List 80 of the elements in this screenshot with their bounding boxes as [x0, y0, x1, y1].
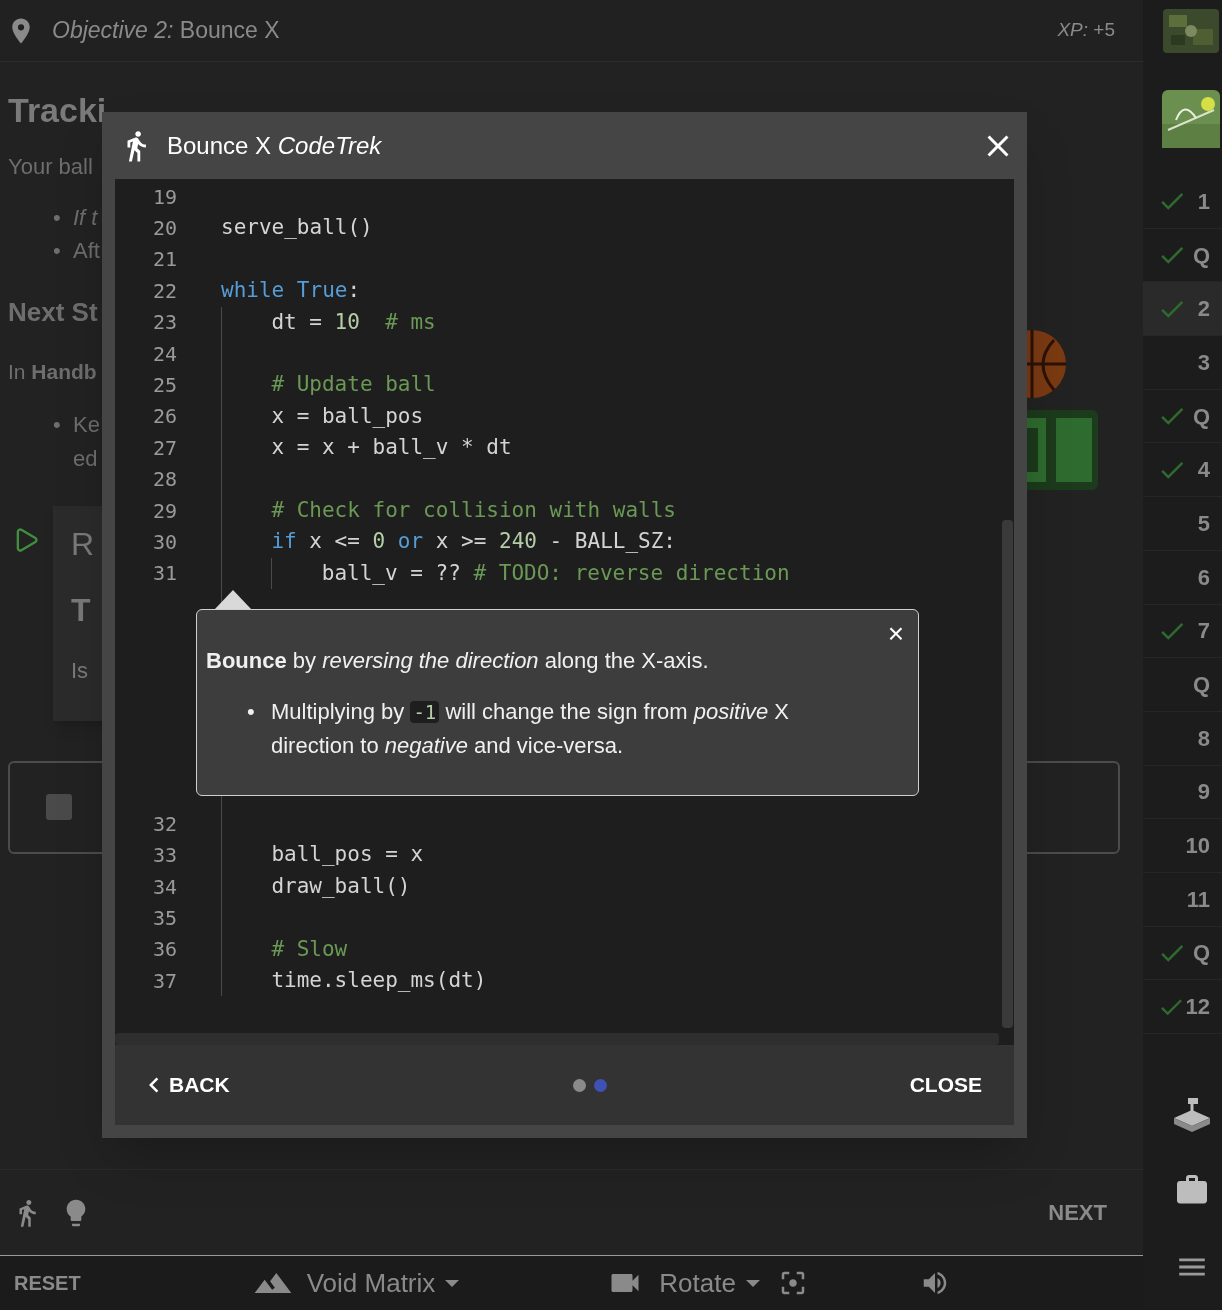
line-number: 32	[151, 810, 177, 838]
line-number: 27	[151, 434, 177, 462]
environment-dropdown[interactable]: Void Matrix	[306, 1263, 460, 1303]
next-button[interactable]: NEXT	[1048, 1196, 1107, 1229]
lesson-step[interactable]: Q	[1143, 658, 1222, 712]
code-line: dt = 10 # ms	[271, 308, 436, 336]
hint-bullet: Multiplying by -1 will change the sign from positive X direction to negative and vice-versa.	[271, 698, 791, 761]
dialog-title: Bounce X CodeTrek	[167, 130, 382, 161]
bullet-marker: •	[53, 204, 62, 232]
lesson-step[interactable]: 9	[1143, 765, 1222, 820]
objective-title: Objective 2: Bounce X	[52, 16, 280, 46]
lesson-bullet: ed	[73, 444, 98, 473]
lesson-bullet: Ke	[73, 410, 100, 439]
code-line: # Update ball	[271, 371, 436, 399]
caret-icon	[745, 1279, 760, 1287]
line-number: 30	[151, 529, 177, 556]
lesson-step[interactable]: 3	[1143, 336, 1222, 390]
lesson-step[interactable]: 11	[1143, 872, 1222, 927]
code-line: draw_ball()	[271, 872, 411, 900]
lesson-step[interactable]: 8	[1143, 711, 1222, 766]
scrollbar-thumb[interactable]	[1002, 520, 1013, 1028]
line-number: 24	[151, 340, 177, 368]
lesson-bullet: Aft	[73, 237, 100, 265]
lesson-bullet: If t	[73, 204, 98, 232]
close-button[interactable]: CLOSE	[909, 1069, 982, 1101]
line-number: 34	[151, 873, 177, 901]
code-line: x = ball_pos	[271, 402, 424, 430]
line-number: 23	[151, 309, 177, 337]
lesson-step[interactable]: 1	[1143, 175, 1222, 229]
line-number: 29	[151, 497, 177, 525]
code-line: time.sleep_ms(dt)	[271, 967, 487, 994]
run-card-subtitle: T	[71, 590, 91, 630]
bullet-marker: •	[53, 237, 62, 265]
code-line: # Slow	[271, 935, 348, 963]
lesson-step[interactable]: 5	[1143, 497, 1222, 551]
lesson-step[interactable]: 7	[1143, 604, 1222, 659]
line-number: 28	[151, 466, 177, 494]
xp-label: XP: +5	[1057, 18, 1115, 43]
line-number: 21	[151, 246, 177, 274]
line-number: 19	[151, 183, 177, 211]
sandbox-icon[interactable]	[1171, 1098, 1212, 1132]
lesson-step[interactable]: 2	[1143, 282, 1222, 337]
code-line: ball_v = ?? # TODO: reverse direction	[321, 559, 790, 587]
bullet-marker: •	[53, 410, 62, 439]
run-card-text: Is	[71, 656, 89, 685]
code-line: while True:	[221, 277, 361, 305]
lesson-step[interactable]: 10	[1143, 819, 1222, 873]
lesson-step[interactable]: 6	[1143, 550, 1222, 605]
lesson-step[interactable]: Q	[1143, 389, 1222, 444]
section-heading: Next St	[8, 296, 98, 329]
line-number: 20	[151, 215, 177, 243]
line-number: 22	[151, 277, 177, 305]
close-button[interactable]: ×	[887, 620, 904, 649]
caret-icon	[445, 1279, 460, 1287]
code-line: ball_pos = x	[271, 841, 424, 869]
code-line: if x <= 0 or x >= 240 - BALL_SZ:	[271, 528, 676, 556]
lesson-title: Tracki	[8, 90, 107, 130]
line-number: 25	[151, 372, 177, 400]
lesson-step[interactable]: Q	[1143, 926, 1222, 981]
run-card-title: R	[71, 524, 95, 564]
code-line: serve_ball()	[221, 214, 373, 242]
reset-button[interactable]: RESET	[14, 1268, 81, 1298]
line-number: 33	[151, 842, 177, 870]
back-button[interactable]: BACK	[147, 1069, 230, 1101]
code-line: x = x + ball_v * dt	[271, 434, 512, 462]
lesson-text: In Handb	[8, 359, 97, 385]
lesson-text: Your ball	[8, 153, 93, 181]
camera-dropdown[interactable]: Rotate	[659, 1263, 760, 1303]
line-number: 26	[151, 403, 177, 431]
scrollbar-track[interactable]	[115, 1033, 999, 1045]
code-line: # Check for collision with walls	[271, 496, 676, 524]
bullet-marker: •	[247, 698, 256, 727]
lesson-step[interactable]: 12	[1143, 980, 1222, 1034]
line-number: 37	[151, 967, 177, 995]
line-number: 35	[151, 904, 177, 932]
line-number: 31	[151, 560, 177, 588]
hint-text: Bounce by reversing the direction along the X-axis.	[206, 647, 710, 676]
lesson-step[interactable]: 4	[1143, 443, 1222, 498]
checkbox[interactable]	[46, 794, 72, 820]
line-number: 36	[151, 936, 177, 964]
